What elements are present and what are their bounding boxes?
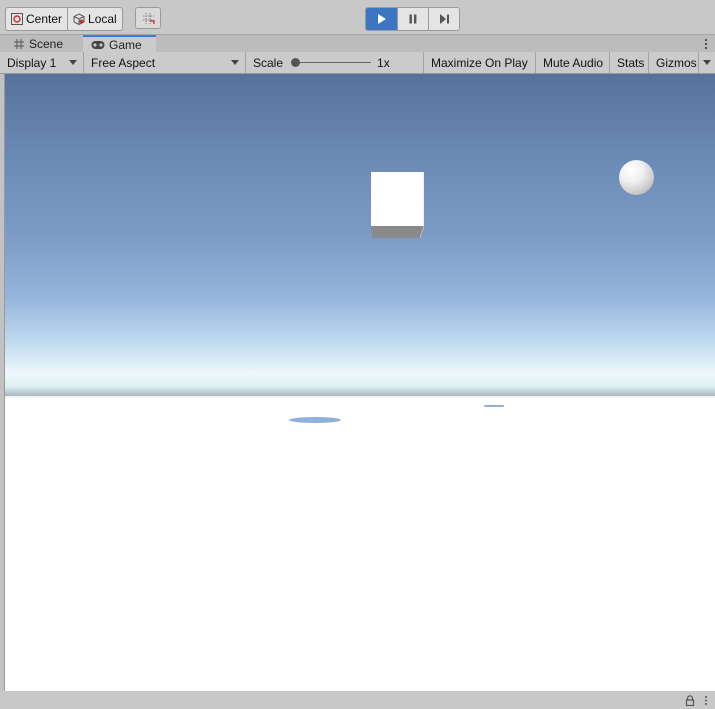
scale-slider[interactable] — [291, 58, 372, 67]
grid-snap-icon — [142, 12, 155, 24]
main-toolbar: Center Local — [0, 0, 715, 34]
transform-tool-group: Center Local — [5, 7, 123, 31]
chevron-down-icon — [703, 60, 711, 65]
play-button[interactable] — [366, 8, 397, 30]
skybox — [5, 74, 715, 396]
pivot-icon — [11, 13, 23, 25]
chevron-down-icon — [69, 60, 77, 65]
gizmos-toggle[interactable]: Gizmos — [649, 52, 699, 73]
mute-label: Mute Audio — [543, 55, 604, 70]
display-label: Display 1 — [7, 55, 57, 70]
stats-toggle[interactable]: Stats — [610, 52, 649, 73]
mute-audio-toggle[interactable]: Mute Audio — [536, 52, 610, 73]
cube-outline-icon — [73, 13, 85, 25]
gizmos-label: Gizmos — [656, 55, 697, 70]
view-tab-bar: Scene Game — [0, 34, 715, 53]
playmode-controls — [365, 7, 460, 31]
tab-scene-label: Scene — [29, 37, 64, 51]
tab-game-label: Game — [109, 38, 142, 52]
sphere-shadow — [484, 405, 504, 407]
game-viewport[interactable] — [4, 74, 715, 691]
chevron-down-icon — [231, 60, 239, 65]
cube-object — [371, 172, 424, 238]
scale-slider-thumb[interactable] — [291, 58, 301, 67]
play-icon — [377, 14, 386, 24]
sphere-object — [619, 160, 654, 195]
gamepad-icon — [91, 41, 105, 49]
pivot-label: Center — [26, 12, 63, 26]
pause-icon — [409, 14, 417, 24]
step-button[interactable] — [428, 8, 459, 30]
stats-label: Stats — [617, 55, 645, 70]
maximize-on-play-toggle[interactable]: Maximize On Play — [424, 52, 536, 73]
aspect-dropdown[interactable]: Free Aspect — [84, 52, 246, 73]
tab-game[interactable]: Game — [83, 35, 156, 53]
kebab-menu-icon[interactable] — [704, 37, 708, 51]
grid-snap-button[interactable] — [135, 7, 161, 29]
cube-shadow — [289, 417, 341, 423]
horizon-line — [5, 396, 715, 398]
tab-scene[interactable]: Scene — [5, 35, 81, 53]
space-label: Local — [88, 12, 117, 26]
pause-button[interactable] — [397, 8, 428, 30]
lock-icon[interactable] — [685, 695, 695, 706]
display-dropdown[interactable]: Display 1 — [0, 52, 84, 73]
gizmos-dropdown[interactable] — [699, 52, 715, 73]
scale-label: Scale — [253, 55, 284, 70]
hash-icon — [14, 39, 24, 49]
pivot-center-button[interactable]: Center — [6, 8, 67, 30]
aspect-label: Free Aspect — [91, 55, 156, 70]
scale-control: Scale 1x — [246, 52, 424, 73]
pivot-space-button[interactable]: Local — [67, 8, 122, 30]
status-bar — [0, 691, 715, 709]
step-icon — [439, 14, 449, 24]
game-view-toolbar: Display 1 Free Aspect Scale 1x Maximize … — [0, 52, 715, 74]
scale-value: 1x — [377, 55, 390, 70]
kebab-menu-icon[interactable] — [704, 695, 708, 706]
maximize-label: Maximize On Play — [431, 55, 528, 70]
